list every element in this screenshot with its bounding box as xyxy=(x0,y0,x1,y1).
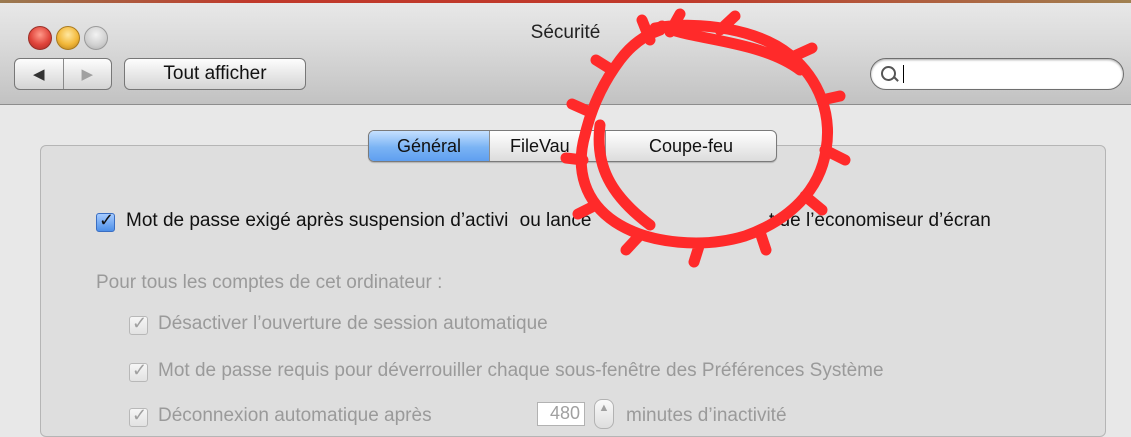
disable-auto-login-label: Désactiver l’ouverture de session automa… xyxy=(158,313,548,334)
tab-bar: Général FileVau Coupe-feu xyxy=(368,130,777,162)
text-cursor xyxy=(903,65,904,83)
back-icon[interactable]: ◀ xyxy=(15,59,63,89)
tab-filevault[interactable]: FileVau xyxy=(489,131,605,161)
search-icon xyxy=(881,66,896,81)
window-top-edge xyxy=(0,0,1131,3)
checkmark-icon: ✓ xyxy=(132,313,148,333)
checkmark-icon: ✓ xyxy=(99,210,115,230)
all-accounts-label: Pour tous les comptes de cet ordinateur … xyxy=(96,272,443,293)
tab-general[interactable]: Général xyxy=(369,131,489,161)
password-after-sleep-label: Mot de passe exigé après suspension d’ac… xyxy=(126,210,591,232)
forward-icon[interactable]: ▶ xyxy=(62,59,112,89)
back-forward-group: ◀ ▶ xyxy=(14,58,112,90)
auto-logout-minutes-field[interactable]: 480 xyxy=(537,402,585,426)
auto-logout-label-after: minutes d’inactivité xyxy=(626,405,787,426)
require-password-unlock-checkbox[interactable]: ✓ xyxy=(129,360,148,382)
search-field[interactable] xyxy=(870,58,1124,90)
auto-logout-checkbox[interactable]: ✓ xyxy=(129,405,148,427)
checkmark-icon: ✓ xyxy=(132,360,148,380)
password-after-sleep-checkbox[interactable]: ✓ xyxy=(96,210,115,232)
toolbar: Sécurité ◀ ▶ Tout afficher xyxy=(0,0,1131,105)
show-all-button[interactable]: Tout afficher xyxy=(124,58,306,90)
tab-firewall[interactable]: Coupe-feu xyxy=(605,131,776,161)
auto-logout-label-before: Déconnexion automatique après xyxy=(158,405,432,426)
password-after-sleep-text-right: t de l’économiseur d’écran xyxy=(769,210,991,231)
stepper-arrow-icon[interactable]: ▲ xyxy=(594,399,614,429)
require-password-unlock-label: Mot de passe requis pour déverrouiller c… xyxy=(158,360,884,381)
disable-auto-login-checkbox[interactable]: ✓ xyxy=(129,313,148,335)
password-after-sleep-text-mid: ou lance xyxy=(519,210,592,231)
checkmark-icon: ✓ xyxy=(132,405,148,425)
search-input[interactable] xyxy=(901,63,1111,85)
window-title: Sécurité xyxy=(530,22,601,43)
password-after-sleep-text-left: Mot de passe exigé après suspension d’ac… xyxy=(126,210,509,231)
